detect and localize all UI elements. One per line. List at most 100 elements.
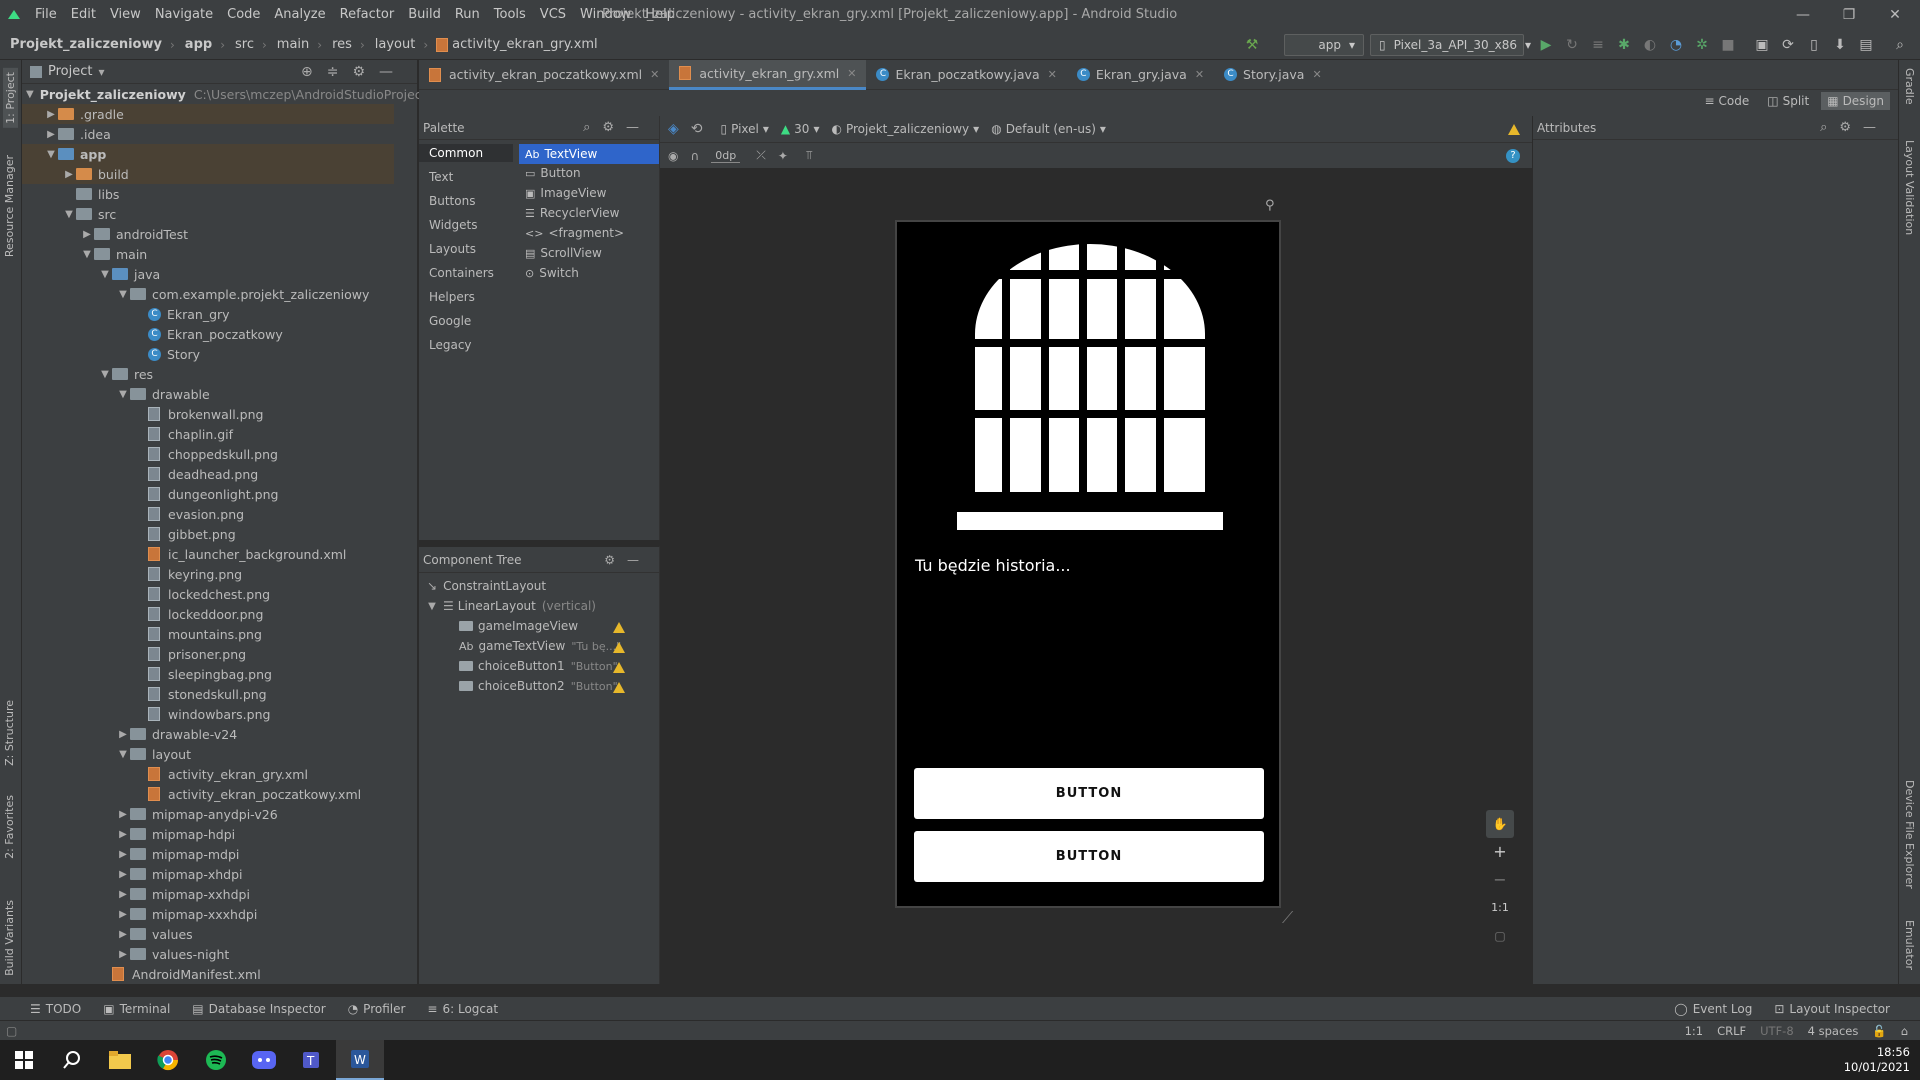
tree-item[interactable]: ▼ drawable [22,384,394,404]
pan-hand-icon[interactable]: ✋ [1486,810,1514,838]
tree-item[interactable]: C Ekran_poczatkowy [22,324,394,344]
eye-icon[interactable]: ◉ [668,149,678,163]
chrome-icon[interactable] [144,1040,192,1080]
api-level-select[interactable]: ▲ 30 ▾ [781,122,820,136]
tree-item[interactable]: deadhead.png [22,464,394,484]
zoom-actual-size[interactable]: 1:1 [1486,894,1514,922]
event-log-tab[interactable]: ◯ Event Log [1674,1002,1752,1016]
tree-item[interactable]: keyring.png [22,564,394,584]
tree-item[interactable]: C Story [22,344,394,364]
tree-item[interactable]: ▶ mipmap-hdpi [22,824,394,844]
project-tool-tab[interactable]: 1: Project [3,68,18,128]
coverage-icon[interactable]: ◐ [1638,33,1662,57]
zoom-in-icon[interactable]: + [1486,838,1514,866]
palette-category[interactable]: Text [429,170,453,184]
pin-icon[interactable]: ⚲ [1265,198,1275,213]
tree-item[interactable]: sleepingbag.png [22,664,394,684]
memory-icon[interactable]: ⌂ [1901,1024,1908,1038]
tree-item[interactable]: gibbet.png [22,524,394,544]
help-icon[interactable]: ? [1506,148,1520,163]
resource-manager-tab[interactable]: Resource Manager [3,155,16,257]
palette-category[interactable]: Common [419,144,513,162]
warning-icon[interactable] [1508,123,1520,135]
palette-category[interactable]: Helpers [429,290,475,304]
tree-item[interactable]: ▶ mipmap-xxxhdpi [22,904,394,924]
project-structure-icon[interactable]: ▣ [1750,33,1774,57]
tree-node-linearlayout[interactable]: ▼ ☰ LinearLayout (vertical) [425,599,596,613]
warning-icon[interactable] [613,682,625,693]
tree-item[interactable]: evasion.png [22,504,394,524]
tree-item[interactable]: ▼ layout [22,744,394,764]
file-encoding[interactable]: UTF-8 [1760,1024,1794,1038]
menu-run[interactable]: Run [448,0,487,30]
close-tab-icon[interactable]: ✕ [1312,68,1321,81]
tree-item[interactable]: ▶ drawable-v24 [22,724,394,744]
collapsed-arrow-icon[interactable]: ▶ [116,849,130,860]
tab-activity-ekran-poczatkowy[interactable]: activity_ekran_poczatkowy.xml ✕ [419,60,669,90]
tree-item[interactable]: prisoner.png [22,644,394,664]
line-separator[interactable]: CRLF [1717,1024,1746,1038]
warning-icon[interactable] [613,642,625,653]
teams-icon[interactable]: T [288,1040,336,1080]
tree-item[interactable]: lockedchest.png [22,584,394,604]
tree-item[interactable]: brokenwall.png [22,404,394,424]
tree-item[interactable]: activity_ekran_gry.xml [22,764,394,784]
debug-icon[interactable]: ✱ [1612,33,1636,57]
code-view-button[interactable]: ≡ Code [1698,92,1755,110]
project-view-select[interactable]: Project [48,64,92,79]
hammer-icon[interactable]: ⚒ [1240,33,1264,57]
tree-item[interactable]: ▼ src [22,204,394,224]
close-tab-icon[interactable]: ✕ [847,67,856,80]
collapsed-arrow-icon[interactable]: ▶ [116,829,130,840]
menu-code[interactable]: Code [220,0,267,30]
tree-item[interactable]: ▶ androidTest [22,224,394,244]
caret-position[interactable]: 1:1 [1685,1024,1704,1038]
tree-node-gameimageview[interactable]: gameImageView [459,619,578,633]
breadcrumb-file[interactable]: activity_ekran_gry.xml [452,37,598,52]
tree-item[interactable]: AndroidManifest.xml [22,964,394,984]
design-view-button[interactable]: ▦ Design [1821,92,1890,110]
tree-item[interactable]: stonedskull.png [22,684,394,704]
tree-item[interactable]: ▶ build [22,164,394,184]
palette-item[interactable]: <> <fragment> [525,226,624,240]
status-toggle-icon[interactable]: ▢ [6,1024,17,1038]
expanded-arrow-icon[interactable]: ▼ [62,209,76,220]
lock-icon[interactable]: 🔓 [1872,1024,1886,1038]
expanded-arrow-icon[interactable]: ▼ [26,89,34,100]
collapsed-arrow-icon[interactable]: ▶ [44,129,58,140]
tree-item[interactable]: mountains.png [22,624,394,644]
palette-item[interactable]: ▣ ImageView [525,186,606,200]
component-tree-actions[interactable]: ⚙— [604,553,651,567]
close-window-button[interactable]: ✕ [1872,0,1918,30]
close-tab-icon[interactable]: ✕ [1048,68,1057,81]
collapsed-arrow-icon[interactable]: ▶ [62,169,76,180]
tree-item[interactable]: chaplin.gif [22,424,394,444]
tree-node-constraintlayout[interactable]: ↘ ConstraintLayout [427,579,546,593]
todo-tab[interactable]: ☰ TODO [30,1002,81,1016]
tree-node-choicebutton2[interactable]: choiceButton2 "Button" [459,679,618,693]
search-icon[interactable]: ⌕ [1888,33,1912,57]
device-preview-select[interactable]: ▯ Pixel ▾ [721,122,769,136]
tab-activity-ekran-gry[interactable]: activity_ekran_gry.xml ✕ [669,59,867,90]
tree-item[interactable]: ▶ mipmap-anydpi-v26 [22,804,394,824]
breadcrumb-layout[interactable]: layout [375,37,416,52]
tree-item[interactable]: ▶ .idea [22,124,394,144]
favorites-tab[interactable]: 2: Favorites [3,795,16,859]
choice-button-2[interactable]: BUTTON [914,831,1264,882]
tree-item[interactable]: ▶ .gradle [22,104,394,124]
settings-icon[interactable]: ◩ [1914,33,1920,57]
menu-edit[interactable]: Edit [64,0,103,30]
close-tab-icon[interactable]: ✕ [650,68,659,81]
expand-arrow-icon[interactable]: ▼ [425,601,439,612]
tab-story-java[interactable]: C Story.java ✕ [1214,60,1332,90]
terminal-tab[interactable]: ▣ Terminal [103,1002,170,1016]
attributes-actions[interactable]: ⌕⚙— [1820,120,1888,135]
palette-item[interactable]: ▤ ScrollView [525,246,602,260]
tree-root[interactable]: ▼ Projekt_zaliczeniowy C:\Users\mczep\Andr… [22,84,450,104]
tab-ekran-gry-java[interactable]: C Ekran_gry.java ✕ [1067,60,1214,90]
project-panel-actions[interactable]: ⊕≑⚙— [301,64,407,80]
gradle-tab[interactable]: Gradle [1903,68,1916,105]
tree-item[interactable]: ▼ java [22,264,394,284]
expanded-arrow-icon[interactable]: ▼ [116,389,130,400]
collapsed-arrow-icon[interactable]: ▶ [116,729,130,740]
